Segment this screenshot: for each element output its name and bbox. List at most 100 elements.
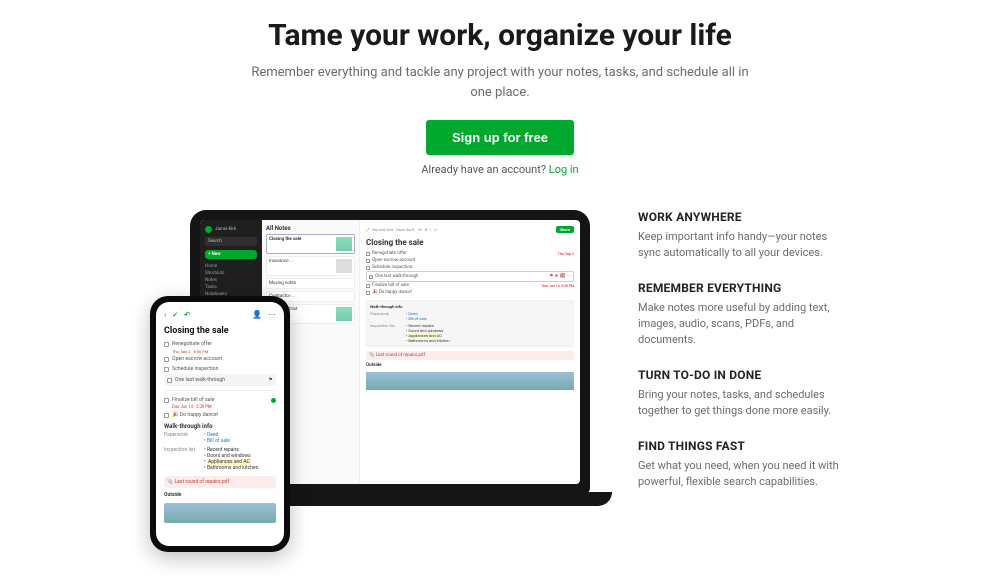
feature-title: FIND THINGS FAST bbox=[638, 439, 850, 453]
app-user: Jamie Kirk bbox=[205, 226, 257, 233]
login-prompt: Already have an account? bbox=[421, 163, 548, 176]
feature-block: REMEMBER EVERYTHING Make notes more usef… bbox=[638, 281, 850, 348]
table-label: Inspection list bbox=[370, 323, 400, 343]
phone-todo: One last walk-through⚑ bbox=[164, 374, 276, 386]
checkbox-icon bbox=[164, 398, 169, 403]
user-icon: 👤 bbox=[252, 310, 262, 319]
editor-title: Closing the sale bbox=[366, 238, 574, 247]
feature-body: Get what you need, when you need it with… bbox=[638, 458, 850, 490]
table-label: Paperwork bbox=[370, 311, 400, 321]
feature-body: Make notes more useful by adding text, i… bbox=[638, 300, 850, 348]
todo-item: Open escrow account bbox=[366, 257, 574, 264]
checkbox-icon bbox=[164, 367, 169, 372]
todo-text: Open escrow account bbox=[372, 258, 415, 263]
row-item: Bill of sale bbox=[207, 438, 230, 444]
phone-todo: 🎉 Do happy dance! bbox=[164, 410, 276, 420]
phone-todo: Renegotiate offer bbox=[164, 339, 276, 349]
todo-item: One last walk-through⚑ ★ 🗓 ⋯ bbox=[366, 271, 574, 282]
todo-text: 🎉 Do happy dance! bbox=[372, 290, 412, 295]
phone-todo: Open escrow account bbox=[164, 354, 276, 364]
note-card: Moving notes bbox=[266, 278, 355, 289]
phone-todo: Finalize bill of sale bbox=[164, 395, 276, 405]
checkbox-icon bbox=[366, 252, 370, 256]
photo-placeholder bbox=[366, 372, 574, 390]
sidebar-item: Notes bbox=[205, 277, 257, 284]
new-note-button: + New bbox=[205, 250, 257, 259]
table-item: Bathrooms and kitchen bbox=[408, 338, 449, 343]
feature-block: FIND THINGS FAST Get what you need, when… bbox=[638, 439, 850, 490]
undo-icon: ↶ bbox=[184, 311, 190, 319]
sidebar-item: Tasks bbox=[205, 284, 257, 291]
checkbox-icon bbox=[366, 284, 370, 288]
sidebar-item: Home bbox=[205, 263, 257, 270]
row-label: Inspection list bbox=[164, 447, 196, 471]
list-header: All Notes bbox=[266, 225, 355, 232]
checkbox-icon bbox=[366, 266, 370, 270]
feature-block: TURN TO-DO IN DONE Bring your notes, tas… bbox=[638, 368, 850, 419]
note-editor: ⤢Normal textSans Serif16BIUShare Closing… bbox=[360, 220, 580, 484]
todo-text: Finalize bill of sale bbox=[172, 397, 214, 403]
feature-title: TURN TO-DO IN DONE bbox=[638, 368, 850, 382]
feature-title: REMEMBER EVERYTHING bbox=[638, 281, 850, 295]
back-icon: ‹ bbox=[164, 311, 166, 319]
todo-text: Open escrow account bbox=[172, 356, 222, 362]
note-thumb-icon bbox=[336, 259, 352, 273]
sidebar-item: Shortcuts bbox=[205, 270, 257, 277]
todo-item: Schedule inspection bbox=[366, 264, 574, 271]
note-thumb-icon bbox=[336, 307, 352, 321]
todo-item: 🎉 Do happy dance! bbox=[366, 289, 574, 296]
todo-text: Renegotiate offer bbox=[372, 251, 407, 256]
note-card: Insurance ... bbox=[266, 256, 355, 276]
hero-title: Tame your work, organize your life bbox=[40, 18, 960, 53]
walkthrough-header: Walk-through info bbox=[164, 423, 276, 430]
checkbox-icon bbox=[164, 357, 169, 362]
features-column: WORK ANYWHERE Keep important info handy—… bbox=[638, 210, 850, 509]
checkbox-icon bbox=[366, 291, 370, 295]
checkbox-icon bbox=[366, 259, 370, 263]
feature-block: WORK ANYWHERE Keep important info handy—… bbox=[638, 210, 850, 261]
feature-title: WORK ANYWHERE bbox=[638, 210, 850, 224]
photo-caption: Outside bbox=[366, 363, 574, 368]
attachment-chip: 📎 Last round of repairs.pdf bbox=[366, 351, 574, 360]
checkbox-icon bbox=[167, 378, 172, 383]
note-card: Closing the sale bbox=[266, 234, 355, 254]
walkthrough-header: Walk-through info bbox=[370, 304, 402, 309]
product-mockup: Jamie Kirk Search + New Home Shortcuts N… bbox=[150, 210, 590, 540]
todo-text: Renegotiate offer bbox=[172, 341, 212, 347]
login-line: Already have an account? Log in bbox=[40, 163, 960, 176]
phone-note-title: Closing the sale bbox=[164, 326, 276, 336]
user-name: Jamie Kirk bbox=[215, 227, 236, 232]
phone-frame: ‹ ✓ ↶ 👤 ⋯ Closing the sale Renegotiate offe… bbox=[150, 296, 290, 552]
checkbox-icon bbox=[164, 413, 169, 418]
table-item: Bill of sale bbox=[408, 316, 426, 321]
share-button: Share bbox=[556, 226, 574, 233]
app-search: Search bbox=[205, 237, 257, 246]
user-avatar-icon bbox=[205, 226, 212, 233]
editor-toolbar: ⤢Normal textSans Serif16BIUShare bbox=[366, 226, 574, 233]
status-dot-icon bbox=[271, 398, 276, 403]
expand-icon: ⤢ bbox=[366, 227, 369, 232]
todo-text: Finalize bill of sale bbox=[372, 283, 409, 288]
signup-button[interactable]: Sign up for free bbox=[426, 120, 574, 155]
phone-todo: Schedule inspection bbox=[164, 364, 276, 374]
phone-photo bbox=[164, 503, 276, 523]
more-icon: ⋯ bbox=[268, 310, 276, 319]
todo-text: One last walk-through bbox=[375, 274, 418, 279]
note-card-title: Closing the sale bbox=[269, 237, 301, 242]
note-thumb-icon bbox=[336, 237, 352, 251]
row-label: Paperwork bbox=[164, 432, 196, 444]
check-icon: ✓ bbox=[172, 311, 178, 319]
row-item: Bathrooms and kitchen bbox=[207, 465, 259, 471]
phone-screen: ‹ ✓ ↶ 👤 ⋯ Closing the sale Renegotiate offe… bbox=[156, 302, 284, 546]
login-link[interactable]: Log in bbox=[549, 163, 579, 176]
feature-body: Bring your notes, tasks, and schedules t… bbox=[638, 387, 850, 419]
search-label: Search bbox=[208, 239, 222, 244]
phone-photo-caption: Outside bbox=[164, 492, 276, 498]
walkthrough-table: Walk-through info Paperwork• Deed• Bill … bbox=[366, 300, 574, 347]
todo-text: Schedule inspection bbox=[372, 265, 412, 270]
todo-text: One last walk-through bbox=[175, 377, 225, 383]
checkbox-icon bbox=[369, 275, 373, 279]
todo-item: Renegotiate offerThu, Sep 2 bbox=[366, 250, 574, 257]
checkbox-icon bbox=[164, 342, 169, 347]
todo-text: 🎉 Do happy dance! bbox=[172, 412, 218, 418]
